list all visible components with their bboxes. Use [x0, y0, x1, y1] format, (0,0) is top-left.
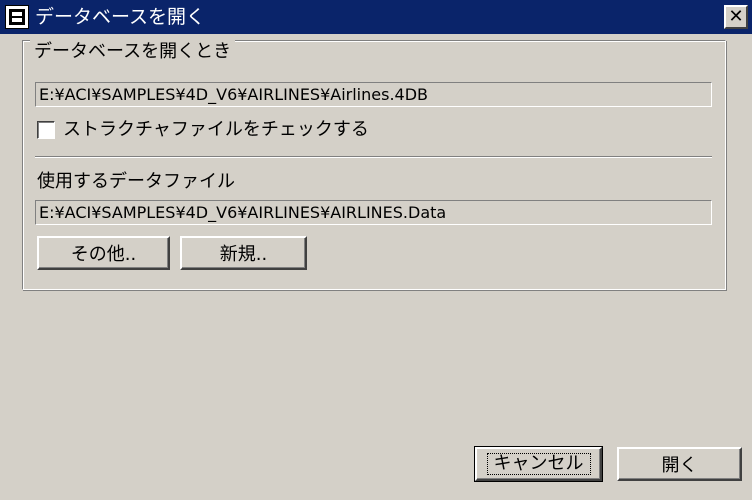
title-bar: データベースを開く ✕ — [0, 0, 752, 34]
cancel-button[interactable]: キャンセル — [474, 446, 603, 482]
app-icon — [5, 5, 29, 29]
open-button[interactable]: 開く — [617, 447, 742, 481]
new-button[interactable]: 新規.. — [180, 236, 307, 270]
other-button[interactable]: その他.. — [37, 236, 170, 270]
window-title: データベースを開く — [35, 6, 206, 28]
check-structure-label[interactable]: ストラクチャファイルをチェックする — [63, 118, 369, 142]
structure-path-field: E:¥ACI¥SAMPLES¥4D_V6¥AIRLINES¥Airlines.4… — [35, 82, 712, 107]
group-divider — [35, 156, 712, 158]
data-path-field: E:¥ACI¥SAMPLES¥4D_V6¥AIRLINES¥AIRLINES.D… — [35, 200, 712, 225]
close-button[interactable]: ✕ — [724, 5, 748, 29]
cancel-button-label: キャンセル — [486, 453, 591, 475]
group-legend: データベースを開くとき — [30, 40, 236, 64]
check-structure-row[interactable]: ストラクチャファイルをチェックする — [37, 118, 369, 142]
data-file-label: 使用するデータファイル — [37, 171, 235, 192]
check-structure-checkbox[interactable] — [37, 121, 55, 139]
